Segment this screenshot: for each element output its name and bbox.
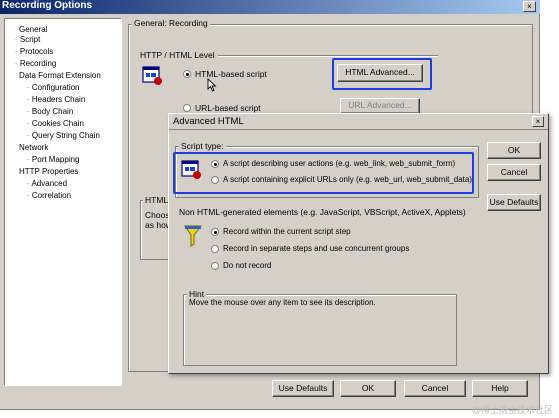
watermark: @稀土掘金技术社区 xyxy=(471,405,553,415)
do-not-record-label[interactable]: Do not record xyxy=(223,261,271,270)
record-within-label[interactable]: Record within the current script step xyxy=(223,227,351,236)
tree-item-body-chain[interactable]: Body Chain xyxy=(32,107,73,116)
tree-item-http-properties[interactable]: HTTP Properties xyxy=(19,167,78,177)
cancel-button[interactable]: Cancel xyxy=(404,380,466,397)
tree-item-cookies-chain[interactable]: Cookies Chain xyxy=(32,119,84,128)
window-titlebar: Recording Options × xyxy=(0,0,540,14)
tree-item-protocols[interactable]: Protocols xyxy=(20,47,53,56)
dialog-titlebar: Advanced HTML × xyxy=(169,114,548,130)
non-html-label: Non HTML-generated elements (e.g. JavaSc… xyxy=(179,207,466,217)
record-separate-radio[interactable] xyxy=(211,245,219,253)
window-title: Recording Options xyxy=(2,0,92,11)
tree-item-headers-chain[interactable]: Headers Chain xyxy=(32,95,85,104)
url-based-radio[interactable] xyxy=(183,104,191,112)
tree-item-network[interactable]: Network xyxy=(19,143,48,153)
level-divider xyxy=(218,55,438,56)
tree-item-configuration[interactable]: Configuration xyxy=(32,83,80,92)
tree-item-correlation[interactable]: Correlation xyxy=(32,191,71,200)
funnel-icon xyxy=(184,225,203,247)
close-icon[interactable]: × xyxy=(523,1,536,12)
script-type-label: Script type: xyxy=(179,141,226,151)
dialog-cancel-button[interactable]: Cancel xyxy=(487,164,541,181)
script-type-highlight xyxy=(173,152,474,194)
tree-item-query-string-chain[interactable]: Query String Chain xyxy=(32,131,100,140)
dialog-close-icon[interactable]: × xyxy=(532,116,544,127)
description-group-label: HTML xyxy=(143,195,171,205)
tree-item-advanced[interactable]: Advanced xyxy=(31,179,67,188)
tree-item-general[interactable]: General xyxy=(19,25,47,35)
help-button[interactable]: Help xyxy=(472,380,528,397)
dialog-title: Advanced HTML xyxy=(173,116,244,127)
mouse-cursor-icon xyxy=(207,78,217,92)
ok-button[interactable]: OK xyxy=(340,380,396,397)
section-title: General: Recording xyxy=(132,18,210,28)
record-separate-label[interactable]: Record in separate steps and use concurr… xyxy=(223,244,409,253)
hint-text: Move the mouse over any item to see its … xyxy=(189,298,376,307)
level-group-label: HTTP / HTML Level xyxy=(140,50,215,60)
options-tree[interactable]: General - Script - Protocols - Recording… xyxy=(4,18,122,386)
url-advanced-button[interactable]: URL Advanced... xyxy=(340,98,420,114)
advanced-html-dialog: Advanced HTML × Script type: A script de… xyxy=(168,113,549,374)
record-within-radio[interactable] xyxy=(211,228,219,236)
tree-item-port-mapping[interactable]: Port Mapping xyxy=(32,155,80,164)
html-advanced-highlight xyxy=(332,58,432,90)
tree-item-recording[interactable]: Recording xyxy=(20,59,56,68)
do-not-record-radio[interactable] xyxy=(211,262,219,270)
use-defaults-button[interactable]: Use Defaults xyxy=(272,380,334,397)
tree-item-data-format-extension[interactable]: Data Format Extension xyxy=(19,71,101,81)
html-based-radio[interactable] xyxy=(183,70,191,78)
tree-item-script[interactable]: Script xyxy=(20,35,40,44)
html-script-icon xyxy=(142,66,162,85)
url-based-label[interactable]: URL-based script xyxy=(195,103,261,113)
dialog-ok-button[interactable]: OK xyxy=(487,142,541,159)
html-based-label[interactable]: HTML-based script xyxy=(195,69,267,79)
dialog-use-defaults-button[interactable]: Use Defaults xyxy=(487,194,541,211)
